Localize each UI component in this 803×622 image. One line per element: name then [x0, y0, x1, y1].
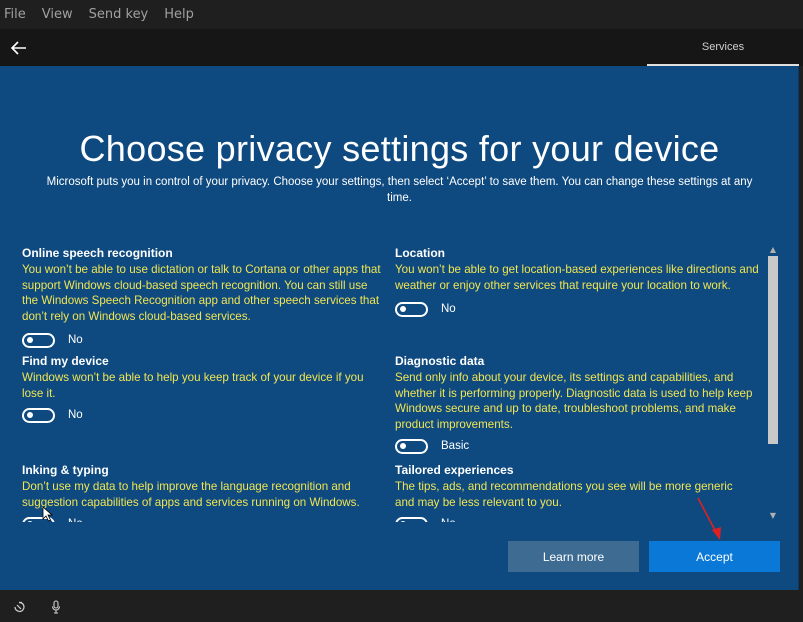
tailored-experiences-toggle[interactable]: [395, 516, 428, 522]
ease-of-access-icon[interactable]: [12, 600, 26, 614]
page-subtitle: Microsoft puts you in control of your pr…: [46, 176, 753, 204]
setting-description: You won’t be able to get location-based …: [395, 263, 759, 292]
toggle-state-label: No: [68, 518, 83, 522]
setting-title: Tailored experiences: [395, 463, 514, 477]
microphone-icon[interactable]: [49, 600, 63, 614]
red-arrow-annotation-icon: [697, 497, 721, 540]
oobe-header: Services: [0, 29, 803, 66]
tab-services[interactable]: Services: [647, 29, 799, 66]
toggle-state-label: No: [68, 409, 83, 421]
mouse-cursor-icon: [42, 506, 54, 522]
setting-description: Send only info about your device, its se…: [395, 371, 753, 431]
accept-button[interactable]: Accept: [649, 541, 780, 572]
scroll-up-arrow-icon[interactable]: ▲: [766, 242, 780, 256]
menu-send-key[interactable]: Send key: [89, 7, 149, 22]
location-toggle[interactable]: [395, 301, 428, 317]
privacy-settings-page: Choose privacy settings for your device …: [0, 66, 799, 590]
menu-bar: File View Send key Help: [0, 0, 803, 29]
setting-title: Diagnostic data: [395, 354, 485, 368]
toggle-state-label: Basic: [441, 440, 470, 452]
setting-description: Don’t use my data to help improve the la…: [22, 480, 360, 509]
setting-online-speech-recognition: Online speech recognition You won’t be a…: [22, 246, 382, 348]
setting-find-my-device: Find my device Windows won’t be able to …: [22, 354, 382, 423]
find-my-device-toggle[interactable]: [22, 407, 55, 423]
page-title: Choose privacy settings for your device: [79, 128, 720, 169]
back-button[interactable]: [8, 37, 30, 59]
setting-inking-typing: Inking & typing Don’t use my data to hel…: [22, 463, 382, 522]
setting-title: Inking & typing: [22, 463, 109, 477]
setting-title: Online speech recognition: [22, 246, 173, 260]
toggle-state-label: No: [441, 303, 456, 315]
diagnostic-data-toggle[interactable]: [395, 438, 428, 454]
setting-title: Find my device: [22, 354, 109, 368]
speech-recognition-toggle[interactable]: [22, 332, 55, 348]
toggle-state-label: No: [68, 334, 83, 346]
bottom-bar: [0, 590, 803, 622]
setting-description: You won’t be able to use dictation or ta…: [22, 263, 381, 323]
menu-help[interactable]: Help: [164, 7, 194, 22]
scroll-down-arrow-icon[interactable]: ▼: [766, 508, 780, 522]
setting-location: Location You won’t be able to get locati…: [395, 246, 760, 317]
scrollbar[interactable]: ▲ ▼: [766, 242, 780, 522]
menu-file[interactable]: File: [4, 7, 26, 22]
menu-view[interactable]: View: [42, 7, 73, 22]
learn-more-button[interactable]: Learn more: [508, 541, 639, 572]
vm-window: File View Send key Help Services Choose …: [0, 0, 803, 622]
setting-title: Location: [395, 246, 445, 260]
toggle-state-label: No: [441, 518, 456, 522]
scroll-thumb[interactable]: [768, 256, 778, 444]
arrow-left-icon: [10, 41, 26, 55]
setting-diagnostic-data: Diagnostic data Send only info about you…: [395, 354, 755, 454]
setting-description: Windows won’t be able to help you keep t…: [22, 371, 364, 400]
settings-list[interactable]: Online speech recognition You won’t be a…: [0, 242, 799, 522]
